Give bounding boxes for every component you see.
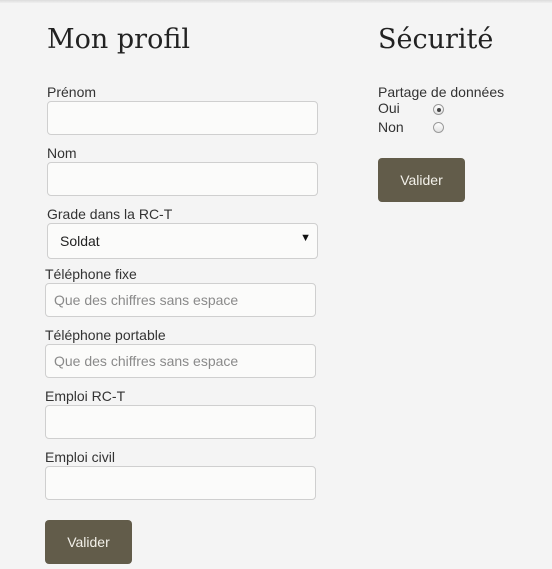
emploi-civil-input[interactable] xyxy=(45,466,316,500)
prenom-label: Prénom xyxy=(47,84,97,100)
data-sharing-label: Partage de données xyxy=(378,84,505,100)
radio-checked-dot xyxy=(436,107,441,112)
radio-oui[interactable] xyxy=(433,104,444,115)
radio-option-oui[interactable]: Oui xyxy=(378,100,400,116)
tel-fixe-label: Téléphone fixe xyxy=(45,266,137,282)
security-submit-button[interactable]: Valider xyxy=(378,158,465,202)
tel-fixe-input[interactable] xyxy=(45,283,316,317)
profile-heading: Mon profil xyxy=(47,24,190,55)
grade-selected-value: Soldat xyxy=(60,233,100,249)
profile-submit-button[interactable]: Valider xyxy=(45,520,132,564)
emploi-rct-label: Emploi RC-T xyxy=(45,388,126,404)
caret-down-icon: ▼ xyxy=(300,232,311,244)
radio-option-non[interactable]: Non xyxy=(378,119,404,135)
tel-portable-input[interactable] xyxy=(45,344,316,378)
top-edge-shadow xyxy=(0,0,552,3)
grade-label: Grade dans la RC-T xyxy=(47,206,173,222)
grade-select[interactable]: Soldat ▼ xyxy=(47,223,318,259)
nom-label: Nom xyxy=(47,145,77,161)
emploi-rct-input[interactable] xyxy=(45,405,316,439)
radio-option-oui-label: Oui xyxy=(378,100,400,116)
nom-input[interactable] xyxy=(47,162,318,196)
radio-option-non-label: Non xyxy=(378,119,404,135)
radio-non[interactable] xyxy=(433,122,444,133)
security-heading: Sécurité xyxy=(378,24,494,55)
tel-portable-label: Téléphone portable xyxy=(45,327,166,343)
prenom-input[interactable] xyxy=(47,101,318,135)
emploi-civil-label: Emploi civil xyxy=(45,449,116,465)
